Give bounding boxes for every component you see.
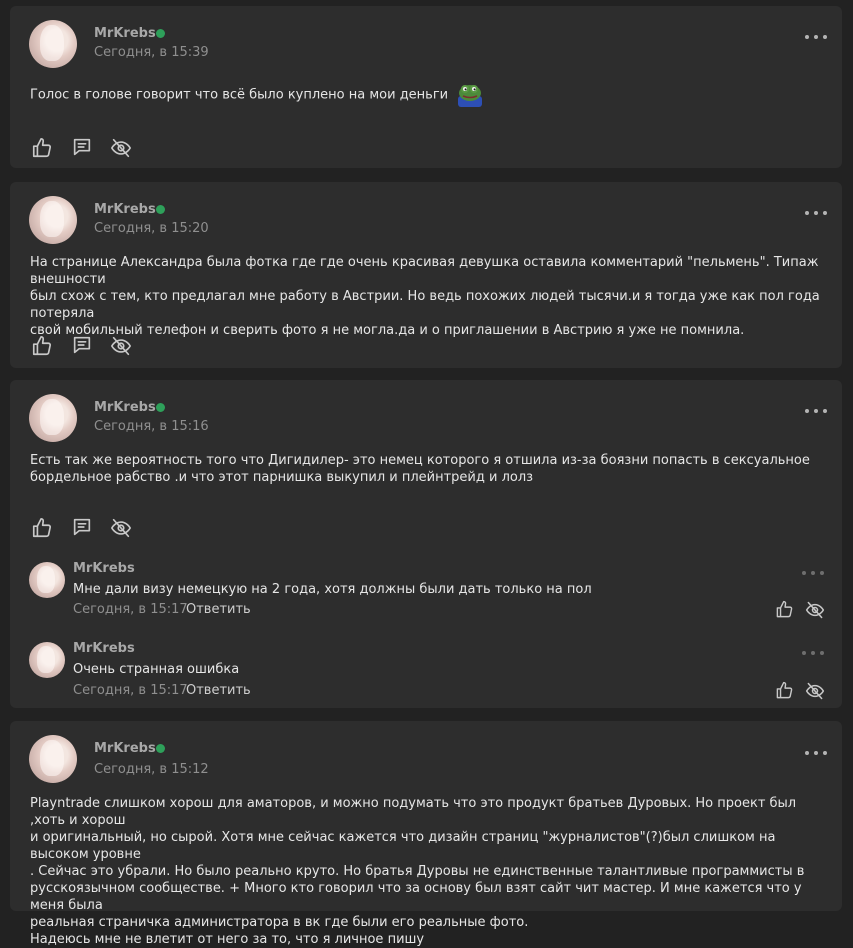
like-button[interactable] (775, 681, 794, 700)
like-button[interactable] (775, 600, 794, 619)
comment-button[interactable] (71, 334, 93, 356)
thumbs-up-icon (775, 681, 794, 700)
more-dots-icon[interactable] (805, 750, 827, 756)
post-text-line: . Сейчас это убрали. Но было реально кру… (30, 864, 805, 879)
thumbs-up-icon (31, 517, 53, 539)
post-text-line: реальная страничка администратора в вк г… (30, 915, 529, 930)
more-dots-icon[interactable] (802, 570, 824, 576)
more-dots-icon[interactable] (805, 408, 827, 414)
more-dots-icon[interactable] (805, 210, 827, 216)
online-status-dot (156, 403, 165, 412)
author-name[interactable]: MrKrebs (94, 400, 156, 415)
eye-off-icon (110, 335, 132, 357)
author-name[interactable]: MrKrebs (94, 202, 156, 217)
hide-button[interactable] (805, 600, 825, 620)
avatar[interactable] (29, 394, 77, 442)
eye-off-icon (110, 137, 132, 159)
avatar[interactable] (29, 196, 77, 244)
more-dots-icon[interactable] (805, 34, 827, 40)
avatar[interactable] (29, 735, 77, 783)
post-timestamp[interactable]: Сегодня, в 15:39 (94, 45, 209, 60)
post-text-line: Playntrade слишком хорош для аматоров, и… (30, 796, 797, 828)
eye-off-icon (110, 517, 132, 539)
comment-icon (71, 136, 93, 158)
thumbs-up-icon (775, 600, 794, 619)
more-dots-icon[interactable] (802, 650, 824, 656)
avatar[interactable] (29, 20, 77, 68)
post-timestamp[interactable]: Сегодня, в 15:20 (94, 221, 209, 236)
post-card: MrKrebs Сегодня, в 15:39 Голос в голове … (10, 6, 842, 168)
post-text-line: свой мобильный телефон и сверить фото я … (30, 323, 745, 338)
post-text: Playntrade слишком хорош для аматоров, и… (30, 795, 825, 948)
post-text: На странице Александра была фотка где гд… (30, 254, 825, 339)
avatar[interactable] (29, 562, 65, 598)
pepe-frog-emoji (458, 85, 483, 107)
post-text-content: Голос в голове говорит что всё было купл… (30, 87, 449, 103)
online-status-dot (156, 205, 165, 214)
hide-button[interactable] (110, 137, 132, 159)
like-button[interactable] (31, 335, 53, 357)
hide-button[interactable] (805, 681, 825, 701)
online-status-dot (156, 744, 165, 753)
author-name[interactable]: MrKrebs (94, 26, 156, 41)
reply-author-name[interactable]: MrKrebs (73, 641, 135, 656)
eye-off-icon (805, 600, 825, 620)
like-button[interactable] (31, 517, 53, 539)
post-card: MrKrebs Сегодня, в 15:12 Playntrade слиш… (10, 721, 842, 947)
hide-button[interactable] (110, 335, 132, 357)
post-text-line: был схож с тем, кто предлагал мне работу… (30, 289, 820, 321)
post-text-line: русскоязычном сообществе. + Много кто го… (30, 881, 802, 913)
post-text-line: бордельное рабство .и что этот парнишка … (30, 470, 534, 485)
comment-icon (71, 516, 93, 538)
comment-icon (71, 334, 93, 356)
post-timestamp[interactable]: Сегодня, в 15:12 (94, 762, 209, 777)
post-card: MrKrebs Сегодня, в 15:20 На странице Але… (10, 182, 842, 368)
like-button[interactable] (31, 137, 53, 159)
reply-text: Очень странная ошибка (73, 662, 240, 677)
thumbs-up-icon (31, 335, 53, 357)
comment-button[interactable] (71, 516, 93, 538)
reply-timestamp[interactable]: Сегодня, в 15:17 (73, 602, 188, 617)
comment-button[interactable] (71, 136, 93, 158)
reply-timestamp[interactable]: Сегодня, в 15:17 (73, 683, 188, 698)
online-status-dot (156, 29, 165, 38)
author-name[interactable]: MrKrebs (94, 741, 156, 756)
post-text-line: На странице Александра была фотка где гд… (30, 255, 819, 287)
post-text: Голос в голове говорит что всё было купл… (30, 82, 825, 108)
post-text-line: Есть так же вероятность того что Дигидил… (30, 453, 810, 468)
hide-button[interactable] (110, 517, 132, 539)
avatar[interactable] (29, 642, 65, 678)
thumbs-up-icon (31, 137, 53, 159)
post-text: Есть так же вероятность того что Дигидил… (30, 452, 825, 486)
reply-link[interactable]: Ответить (186, 602, 251, 617)
reply-author-name[interactable]: MrKrebs (73, 561, 135, 576)
post-card: MrKrebs Сегодня, в 15:16 Есть так же вер… (10, 380, 842, 708)
reply-link[interactable]: Ответить (186, 683, 251, 698)
eye-off-icon (805, 681, 825, 701)
post-text-line: и оригинальный, но сырой. Хотя мне сейча… (30, 830, 776, 862)
post-text-line: Надеюсь мне не влетит от него за то, что… (30, 932, 425, 947)
post-timestamp[interactable]: Сегодня, в 15:16 (94, 419, 209, 434)
reply-text: Мне дали визу немецкую на 2 года, хотя д… (73, 582, 592, 597)
